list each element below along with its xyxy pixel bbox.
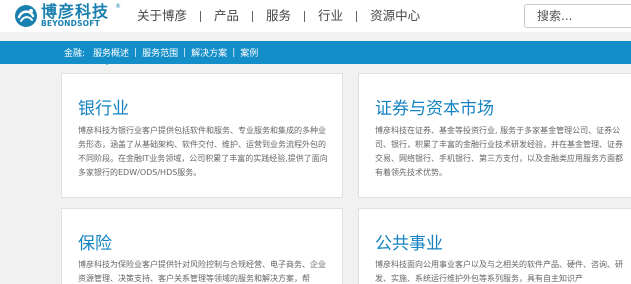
card-description: 博彦科技为保险业客户提供针对风险控制与合规经营、电子商务、企业资源管理、决策支持… (78, 260, 326, 283)
sub-nav-item-solutions[interactable]: 解决方案 (191, 46, 227, 59)
top-header: 博彦科技 BEYONDSOFT ® 关于博彦 产品 服务 行业 资源中心 (0, 0, 631, 32)
card-description: 博彦科技为银行业客户提供包括软件和服务、专业服务和集成的多种业务形态，涵盖了从基… (78, 126, 328, 177)
card-title[interactable]: 公共事业 (375, 229, 443, 254)
logo-english-text: BEYONDSOFT (41, 19, 100, 28)
nav-item-about[interactable]: 关于博彦 (124, 0, 200, 32)
nav-item-services[interactable]: 服务 (253, 0, 304, 32)
nav-item-industries[interactable]: 行业 (305, 0, 356, 32)
sub-nav-divider: | (232, 47, 236, 58)
card-description: 博彦科技面向公用事业客户以及与之相关的软件产品、硬件、咨询、研发、实施、系统运行… (375, 260, 623, 283)
sub-nav-bar: 金融: 服务概述 | 服务范围 | 解决方案 | 案例 (0, 41, 631, 64)
search-input[interactable] (524, 4, 631, 28)
card-title[interactable]: 保险 (78, 229, 112, 254)
sub-nav-item-overview[interactable]: 服务概述 (93, 46, 129, 59)
sub-nav-section-label: 金融: (64, 49, 86, 59)
registered-mark: ® (115, 3, 121, 10)
beyondsoft-logo[interactable]: 博彦科技 BEYONDSOFT ® (14, 3, 121, 29)
card-title[interactable]: 证券与资本市场 (375, 94, 494, 119)
sub-nav-divider: | (183, 47, 187, 58)
card-insurance[interactable]: 保险 博彦科技为保险业客户提供针对风险控制与合规经营、电子商务、企业资源管理、决… (61, 208, 343, 284)
sub-nav-item-scope[interactable]: 服务范围 (142, 46, 178, 59)
card-description: 博彦科技在证券、基金等投资行业, 服务于多家基金管理公司、证券公司、银行，积累了… (375, 126, 623, 177)
sub-nav: 金融: 服务概述 | 服务范围 | 解决方案 | 案例 (64, 41, 258, 64)
nav-item-products[interactable]: 产品 (201, 0, 252, 32)
sub-nav-divider: | (134, 47, 138, 58)
active-tab-caret-icon (102, 60, 112, 65)
card-securities[interactable]: 证券与资本市场 博彦科技在证券、基金等投资行业, 服务于多家基金管理公司、证券公… (358, 73, 631, 198)
sub-nav-item-cases[interactable]: 案例 (240, 46, 258, 59)
nav-item-resources[interactable]: 资源中心 (357, 0, 433, 32)
beyondsoft-logo-icon (15, 5, 37, 27)
main-nav: 关于博彦 产品 服务 行业 资源中心 (124, 0, 433, 32)
card-title[interactable]: 银行业 (78, 94, 129, 119)
card-banking[interactable]: 银行业 博彦科技为银行业客户提供包括软件和服务、专业服务和集成的多种业务形态，涵… (61, 73, 343, 198)
card-public-utilities[interactable]: 公共事业 博彦科技面向公用事业客户以及与之相关的软件产品、硬件、咨询、研发、实施… (358, 208, 631, 284)
